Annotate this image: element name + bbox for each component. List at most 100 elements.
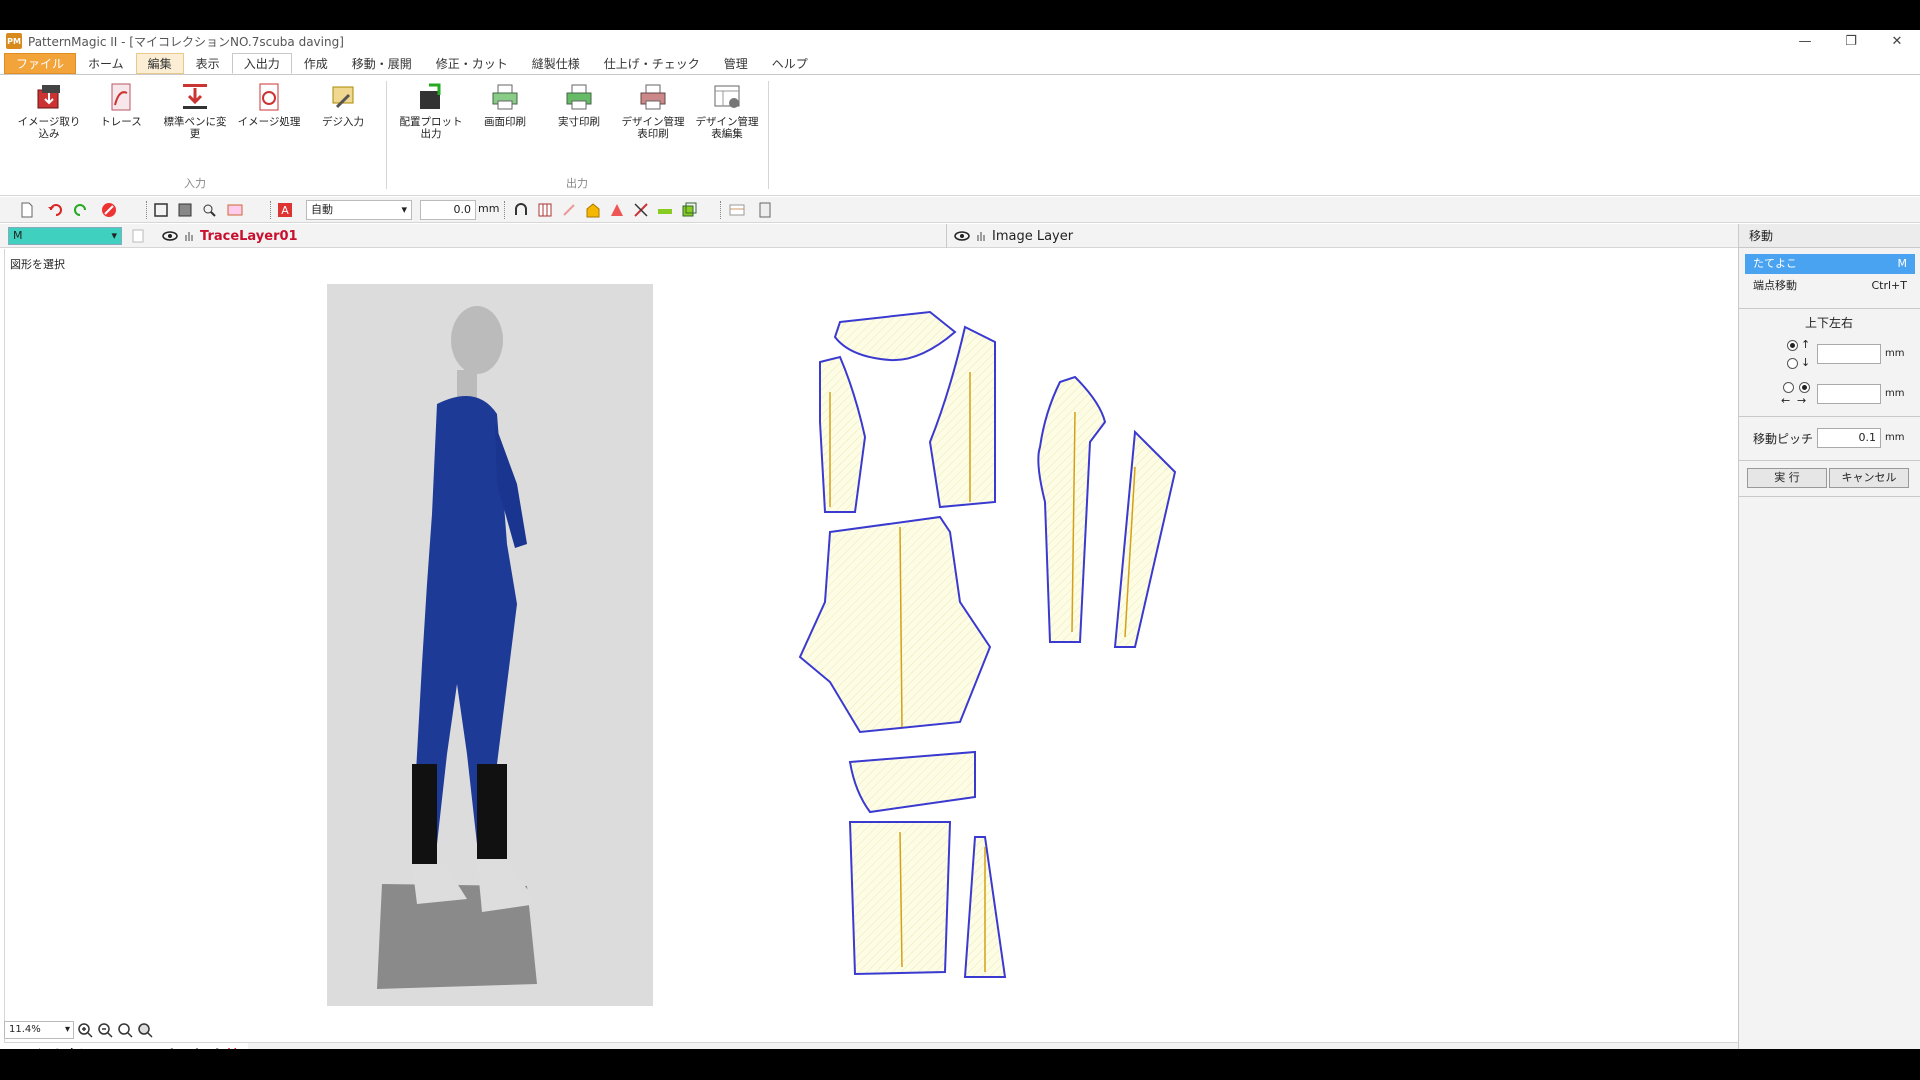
design-sheet-edit-label: デザイン管理表編集: [695, 116, 759, 140]
actual-size-print-label: 実寸印刷: [558, 116, 600, 128]
zoom-bar: 11.4% ▾: [4, 1018, 154, 1042]
document-icon[interactable]: [130, 228, 146, 244]
pattern-shape-icon[interactable]: [608, 201, 626, 219]
pitch-input[interactable]: 0.1: [1817, 428, 1881, 448]
slash-pen-icon[interactable]: [632, 201, 650, 219]
layout-plot-button[interactable]: 配置プロット出力: [396, 81, 466, 140]
shortcut-label: Ctrl+T: [1871, 279, 1907, 292]
pitch-label: 移動ピッチ: [1753, 432, 1814, 446]
horizontal-distance-input[interactable]: [1817, 384, 1881, 404]
tab-edit[interactable]: 編集: [135, 53, 184, 74]
standard-pen-button[interactable]: 標準ペンに変更: [160, 81, 230, 140]
image-process-button[interactable]: イメージ処理: [234, 81, 304, 128]
zoom-level-select[interactable]: 11.4% ▾: [4, 1021, 74, 1039]
eye-icon[interactable]: [162, 230, 178, 242]
tab-create[interactable]: 作成: [292, 53, 340, 74]
arrow-down-icon: ↓: [1801, 356, 1811, 369]
tab-sewing-spec[interactable]: 縫製仕様: [520, 53, 592, 74]
front-leg-piece[interactable]: [798, 515, 992, 734]
back-bodice-piece[interactable]: [928, 325, 996, 509]
restore-button[interactable]: ❐: [1828, 30, 1874, 52]
tab-file[interactable]: ファイル: [4, 53, 77, 74]
table-icon[interactable]: [728, 201, 746, 219]
vertical-down-radio[interactable]: [1787, 358, 1798, 369]
zoom-select-icon[interactable]: [200, 201, 218, 219]
boot-left: [412, 764, 437, 864]
mode-select[interactable]: 自動 ▾: [306, 200, 412, 220]
letterbox-top: [0, 0, 1920, 30]
screen-print-label: 画面印刷: [484, 116, 526, 128]
zoom-all-icon[interactable]: [137, 1022, 154, 1039]
hand-icon[interactable]: [976, 230, 986, 242]
design-sheet-edit-button[interactable]: デザイン管理表編集: [692, 81, 762, 140]
eye-icon[interactable]: [954, 230, 970, 242]
digitizer-icon: [332, 86, 354, 109]
execute-button[interactable]: 実 行: [1747, 468, 1827, 488]
layer-tab-image[interactable]: Image Layer: [954, 224, 1073, 248]
calculator-icon[interactable]: [756, 201, 774, 219]
text-color-icon[interactable]: A: [276, 201, 294, 219]
zoom-in-icon[interactable]: [77, 1022, 94, 1039]
move-panel: 移動 たてよこ M 端点移動 Ctrl+T 上下左右 ↑ ↓ mm ← → mm…: [1738, 224, 1920, 1049]
arrow-right-icon: →: [1797, 394, 1807, 407]
front-bodice-piece[interactable]: [819, 355, 867, 513]
screen-print-button[interactable]: 画面印刷: [470, 81, 540, 128]
tab-input-output[interactable]: 入出力: [231, 53, 292, 74]
offset-input[interactable]: 0.0: [420, 200, 476, 220]
redo-icon[interactable]: [72, 201, 90, 219]
new-file-icon[interactable]: [18, 201, 36, 219]
horizontal-right-radio[interactable]: [1799, 382, 1810, 393]
tab-finish-check[interactable]: 仕上げ・チェック: [592, 53, 712, 74]
hand-icon[interactable]: [184, 230, 194, 242]
undo-icon[interactable]: [46, 201, 64, 219]
collar-piece[interactable]: [833, 310, 957, 362]
trace-icon: [111, 83, 131, 111]
mode-item-endpoint-move[interactable]: 端点移動 Ctrl+T: [1745, 276, 1915, 296]
trace-button[interactable]: トレース: [86, 81, 156, 128]
tab-move-expand[interactable]: 移動・展開: [340, 53, 424, 74]
image-icon[interactable]: [226, 201, 244, 219]
toolbar-separator: [720, 201, 721, 219]
svg-text:A: A: [281, 204, 289, 217]
home-shape-icon[interactable]: [584, 201, 602, 219]
fill-green-icon[interactable]: [656, 201, 674, 219]
design-sheet-print-button[interactable]: デザイン管理表印刷: [618, 81, 688, 140]
waistband-piece[interactable]: [848, 750, 976, 814]
stop-icon[interactable]: [100, 201, 118, 219]
standard-pen-label: 標準ペンに変更: [163, 116, 227, 140]
letterbox-bottom: [0, 1049, 1920, 1080]
vertical-distance-input[interactable]: [1817, 344, 1881, 364]
chevron-down-icon: ▾: [64, 1024, 70, 1035]
minimize-button[interactable]: —: [1782, 30, 1828, 52]
size-select[interactable]: M ▾: [8, 227, 122, 245]
foot-left: [412, 864, 467, 904]
layer-copy-icon[interactable]: [680, 201, 698, 219]
select-frame-icon[interactable]: [152, 201, 170, 219]
tab-manage[interactable]: 管理: [712, 53, 760, 74]
arrow-up-icon: ↑: [1801, 338, 1811, 351]
tab-help[interactable]: ヘルプ: [760, 53, 820, 74]
actual-size-print-button[interactable]: 実寸印刷: [544, 81, 614, 128]
cancel-button[interactable]: キャンセル: [1829, 468, 1909, 488]
mannequin-neck: [457, 370, 477, 400]
mode-item-vertical-horizontal[interactable]: たてよこ M: [1745, 254, 1915, 274]
vertical-up-radio[interactable]: [1787, 340, 1798, 351]
zoom-fit-icon[interactable]: [117, 1022, 134, 1039]
close-button[interactable]: ✕: [1874, 30, 1920, 52]
grid-icon[interactable]: [536, 201, 554, 219]
digitizer-input-button[interactable]: デジ入力: [308, 81, 378, 128]
tab-home[interactable]: ホーム: [76, 53, 136, 74]
pitch-unit: mm: [1885, 432, 1905, 443]
tab-view[interactable]: 表示: [184, 53, 232, 74]
chevron-down-icon: ▾: [111, 229, 117, 242]
tab-modify-cut[interactable]: 修正・カット: [424, 53, 520, 74]
magnet-icon[interactable]: [512, 201, 530, 219]
layer-tab-trace[interactable]: TraceLayer01: [162, 224, 298, 248]
image-import-button[interactable]: イメージ取り込み: [14, 81, 84, 140]
printer-icon: [492, 84, 518, 110]
horizontal-left-radio[interactable]: [1783, 382, 1794, 393]
sleeve-back-piece[interactable]: [1113, 429, 1177, 648]
pointer-icon[interactable]: [560, 201, 578, 219]
select-fill-icon[interactable]: [176, 201, 194, 219]
zoom-out-icon[interactable]: [97, 1022, 114, 1039]
